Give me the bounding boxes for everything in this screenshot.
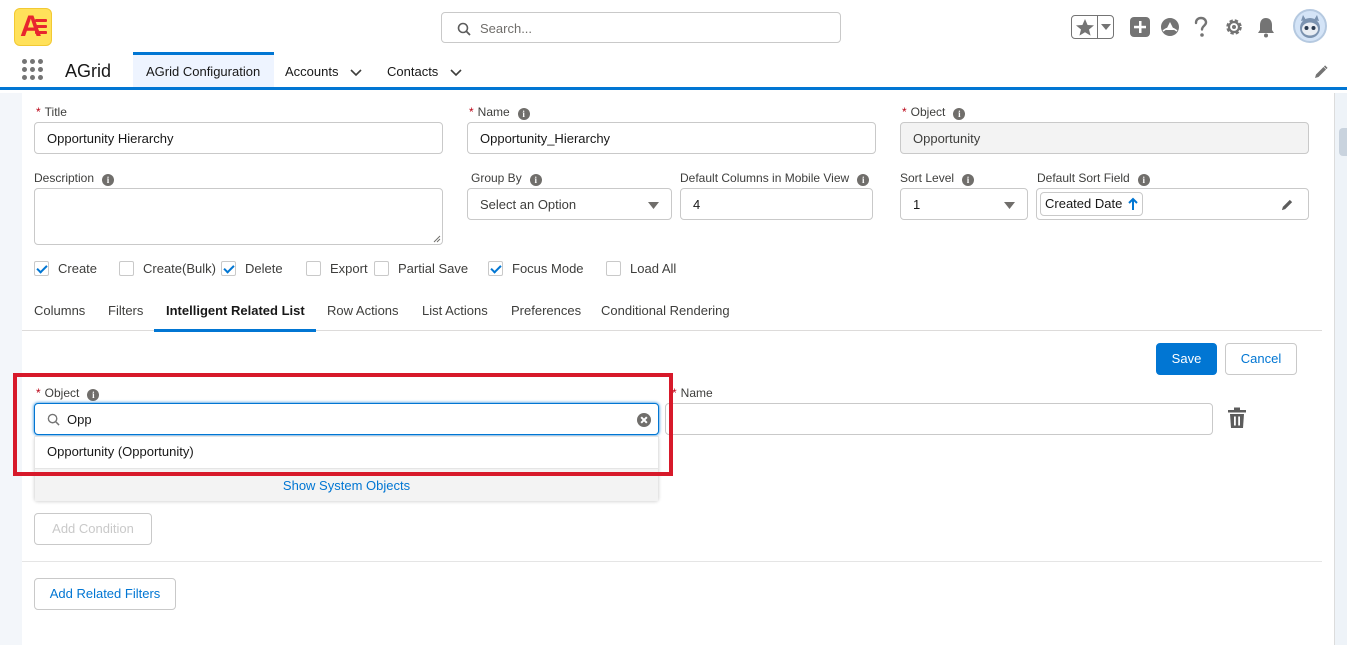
- config-subtabs: Columns Filters Intelligent Related List…: [22, 296, 1322, 331]
- create-checkbox[interactable]: Create: [34, 261, 97, 276]
- chevron-down-icon: [1004, 202, 1015, 209]
- chevron-down-icon[interactable]: [450, 68, 462, 77]
- sort-level-label: Sort Level i: [900, 171, 975, 186]
- partial-save-checkbox[interactable]: Partial Save: [374, 261, 468, 276]
- title-label: * Title: [36, 105, 67, 119]
- info-icon[interactable]: i: [517, 108, 530, 120]
- sort-level-select[interactable]: 1: [900, 188, 1028, 220]
- chevron-down-icon[interactable]: [350, 68, 362, 77]
- related-name-input[interactable]: [665, 403, 1213, 435]
- delete-checkbox[interactable]: Delete: [221, 261, 283, 276]
- nav-tab-agrid-configuration[interactable]: AGrid Configuration: [133, 52, 274, 87]
- name-input[interactable]: Opportunity_Hierarchy: [467, 122, 876, 154]
- checkbox[interactable]: [374, 261, 389, 276]
- info-icon[interactable]: i: [953, 108, 966, 120]
- description-label: Description i: [34, 171, 115, 186]
- active-tab-indicator: [154, 329, 316, 332]
- tab-preferences[interactable]: Preferences: [511, 303, 581, 318]
- tab-conditional-rendering[interactable]: Conditional Rendering: [601, 303, 730, 318]
- mobile-columns-input[interactable]: 4: [680, 188, 873, 220]
- utility-panel-tab[interactable]: [1339, 128, 1347, 156]
- sort-field-pill[interactable]: Created Date: [1040, 192, 1143, 216]
- export-checkbox[interactable]: Export: [306, 261, 368, 276]
- mobile-columns-label: Default Columns in Mobile View i: [680, 171, 870, 186]
- checkbox[interactable]: [606, 261, 621, 276]
- info-icon[interactable]: i: [529, 174, 542, 186]
- tab-row-actions[interactable]: Row Actions: [327, 303, 399, 318]
- edit-nav-pencil-icon[interactable]: [1314, 65, 1328, 79]
- app-launcher-icon[interactable]: [22, 59, 44, 81]
- add-icon[interactable]: [1129, 16, 1151, 38]
- focus-mode-checkbox[interactable]: Focus Mode: [488, 261, 584, 276]
- favorites-button[interactable]: [1071, 15, 1114, 39]
- title-input[interactable]: Opportunity Hierarchy: [34, 122, 443, 154]
- default-sort-field[interactable]: Created Date: [1036, 188, 1309, 220]
- tab-list-actions[interactable]: List Actions: [422, 303, 488, 318]
- chevron-down-icon: [1101, 24, 1111, 30]
- add-related-filters-button[interactable]: Add Related Filters: [34, 578, 176, 610]
- avatar-image: [1300, 15, 1320, 38]
- group-by-select[interactable]: Select an Option: [467, 188, 672, 220]
- checkbox[interactable]: [34, 261, 49, 276]
- checkbox[interactable]: [221, 261, 236, 276]
- description-textarea[interactable]: [34, 188, 443, 245]
- search-icon: [457, 22, 471, 36]
- nav-tab-contacts[interactable]: Contacts: [387, 52, 462, 87]
- delete-trash-icon[interactable]: [1227, 407, 1247, 429]
- help-icon[interactable]: [1192, 16, 1210, 38]
- info-icon[interactable]: i: [962, 174, 975, 186]
- object-label: * Object i: [902, 105, 966, 120]
- object-readonly-field: Opportunity: [900, 122, 1309, 154]
- checkbox[interactable]: [119, 261, 134, 276]
- notifications-bell-icon[interactable]: [1255, 16, 1277, 38]
- tab-intelligent-related-list[interactable]: Intelligent Related List: [166, 303, 305, 318]
- app-logo[interactable]: A: [14, 8, 52, 46]
- search-placeholder: Search...: [480, 21, 533, 36]
- edit-pencil-icon[interactable]: [1281, 198, 1294, 211]
- name-label: * Name i: [469, 105, 530, 120]
- add-condition-button[interactable]: Add Condition: [34, 513, 152, 545]
- create-bulk-checkbox[interactable]: Create(Bulk): [119, 261, 216, 276]
- info-icon[interactable]: i: [1137, 174, 1150, 186]
- info-icon[interactable]: i: [102, 174, 115, 186]
- arrow-up-icon[interactable]: [1128, 197, 1138, 210]
- tab-columns[interactable]: Columns: [34, 303, 85, 318]
- global-search-input[interactable]: Search...: [441, 12, 841, 43]
- checkbox[interactable]: [488, 261, 503, 276]
- trailhead-icon[interactable]: [1159, 16, 1181, 38]
- tab-filters[interactable]: Filters: [108, 303, 143, 318]
- chevron-down-icon: [648, 202, 659, 209]
- related-name-label: * Name: [672, 386, 713, 400]
- default-sort-field-label: Default Sort Field i: [1037, 171, 1150, 186]
- star-icon: [1076, 19, 1094, 36]
- app-name: AGrid: [65, 61, 112, 81]
- info-icon[interactable]: i: [857, 174, 870, 186]
- group-by-label: Group By i: [471, 171, 542, 186]
- load-all-checkbox[interactable]: Load All: [606, 261, 676, 276]
- checkbox[interactable]: [306, 261, 321, 276]
- save-button[interactable]: Save: [1156, 343, 1217, 375]
- resize-handle-icon[interactable]: [433, 235, 441, 243]
- setup-gear-icon[interactable]: [1223, 16, 1245, 38]
- highlight-annotation-box: [13, 373, 673, 476]
- cancel-button[interactable]: Cancel: [1225, 343, 1297, 375]
- nav-tab-accounts[interactable]: Accounts: [285, 52, 362, 87]
- divider: [22, 561, 1322, 562]
- global-header: A Search...: [0, 0, 1347, 52]
- app-navigation-bar: AGrid AGrid Configuration Accounts Conta…: [0, 52, 1347, 90]
- user-avatar[interactable]: [1293, 9, 1327, 43]
